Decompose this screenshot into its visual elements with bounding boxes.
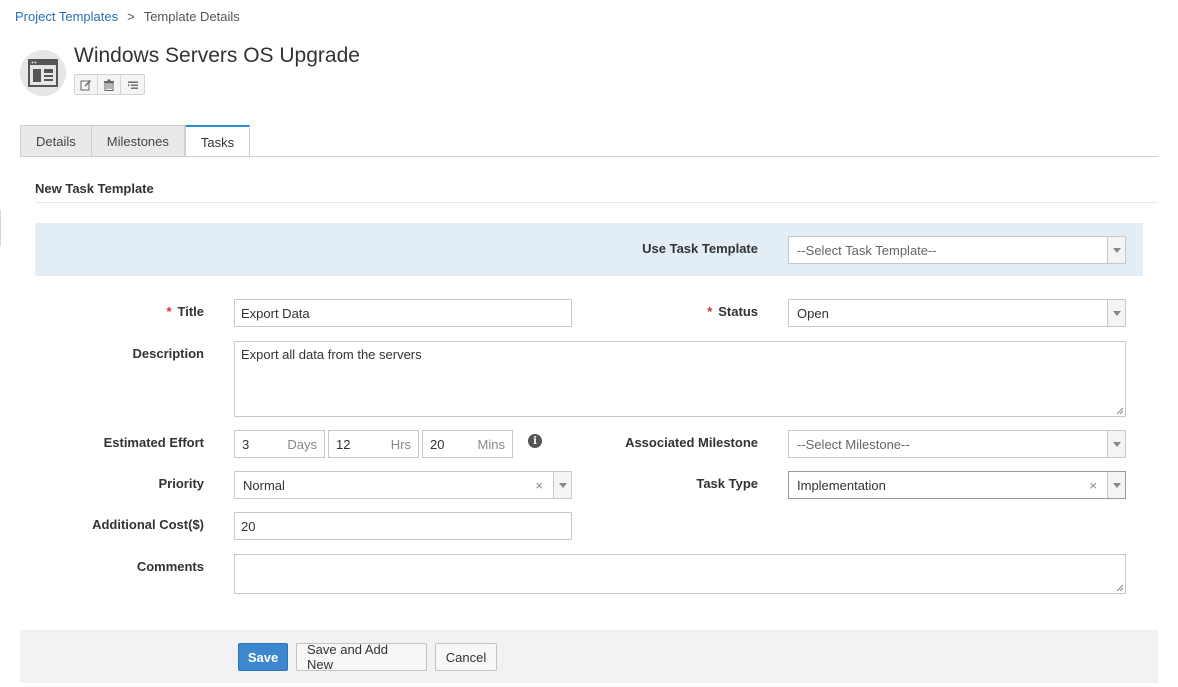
task-type-value: Implementation [797,477,886,493]
section-title: New Task Template [35,181,154,196]
tab-divider [20,156,1158,157]
breadcrumb: Project Templates > Template Details [15,9,240,24]
effort-minutes-unit: Mins [477,436,505,452]
status-label: * Status [600,304,758,319]
chevron-down-icon[interactable] [553,472,571,498]
use-task-template-label: Use Task Template [642,241,758,256]
required-marker: * [707,304,713,319]
tab-details[interactable]: Details [20,125,91,157]
description-label: Description [132,346,204,361]
chevron-down-icon[interactable] [1107,472,1125,498]
resize-handle-icon[interactable] [1115,406,1124,415]
required-marker: * [166,304,172,319]
title-label-text: Title [177,304,205,319]
page-title: Windows Servers OS Upgrade [74,44,360,67]
breadcrumb-separator: > [127,9,135,24]
status-value: Open [797,305,829,321]
comments-textarea[interactable] [234,554,1126,594]
tab-milestones[interactable]: Milestones [90,125,185,157]
clear-icon[interactable]: × [1089,478,1097,493]
template-toolbar [74,74,145,95]
trash-icon[interactable] [98,75,121,94]
list-indent-icon[interactable] [121,75,144,94]
task-type-label: Task Type [696,476,758,491]
resize-handle-icon[interactable] [1115,583,1124,592]
estimated-effort-label: Estimated Effort [103,435,204,450]
template-window-icon [20,50,66,96]
effort-days-unit: Days [287,436,317,452]
additional-cost-value: 20 [241,518,256,534]
save-button[interactable]: Save [238,643,288,671]
milestone-placeholder: --Select Milestone-- [797,436,910,452]
associated-milestone-label: Associated Milestone [625,435,758,450]
additional-cost-input[interactable]: 20 [234,512,572,540]
tab-bar: Details Milestones Tasks [20,125,251,158]
milestone-select[interactable]: --Select Milestone-- [788,430,1126,458]
priority-select[interactable]: Normal × [234,471,572,499]
breadcrumb-current: Template Details [143,9,240,24]
task-type-select[interactable]: Implementation × [788,471,1126,499]
comments-label: Comments [136,559,204,574]
priority-label: Priority [158,476,204,491]
title-input[interactable]: Export Data [234,299,572,327]
tab-tasks[interactable]: Tasks [184,125,251,158]
effort-hours-input[interactable]: 12 Hrs [328,430,419,458]
description-value: Export all data from the servers [241,347,422,362]
edge-divider [0,210,1,246]
title-label: * Title [60,304,204,319]
chevron-down-icon[interactable] [1107,300,1125,326]
save-and-add-new-button[interactable]: Save and Add New [296,642,427,672]
task-template-select[interactable]: --Select Task Template-- [788,236,1126,264]
breadcrumb-project-templates-link[interactable]: Project Templates [15,9,118,24]
clear-icon[interactable]: × [535,478,543,493]
effort-minutes-input[interactable]: 20 Mins [422,430,513,458]
section-divider [35,202,1158,203]
status-select[interactable]: Open [788,299,1126,327]
status-label-text: Status [718,304,758,319]
chevron-down-icon[interactable] [1107,237,1125,263]
effort-days-input[interactable]: 3 Days [234,430,325,458]
cancel-button[interactable]: Cancel [435,643,497,671]
chevron-down-icon[interactable] [1107,431,1125,457]
effort-days-value: 3 [242,436,250,452]
effort-hours-value: 12 [336,436,351,452]
effort-hours-unit: Hrs [390,436,411,452]
form-actions-bar [20,630,1158,683]
additional-cost-label: Additional Cost($) [92,517,204,532]
task-template-placeholder: --Select Task Template-- [797,242,937,258]
edit-icon[interactable] [75,75,98,94]
priority-value: Normal [243,477,285,493]
info-icon[interactable]: i [528,434,542,448]
effort-minutes-value: 20 [430,436,445,452]
title-input-value: Export Data [241,305,310,321]
description-textarea[interactable]: Export all data from the servers [234,341,1126,417]
